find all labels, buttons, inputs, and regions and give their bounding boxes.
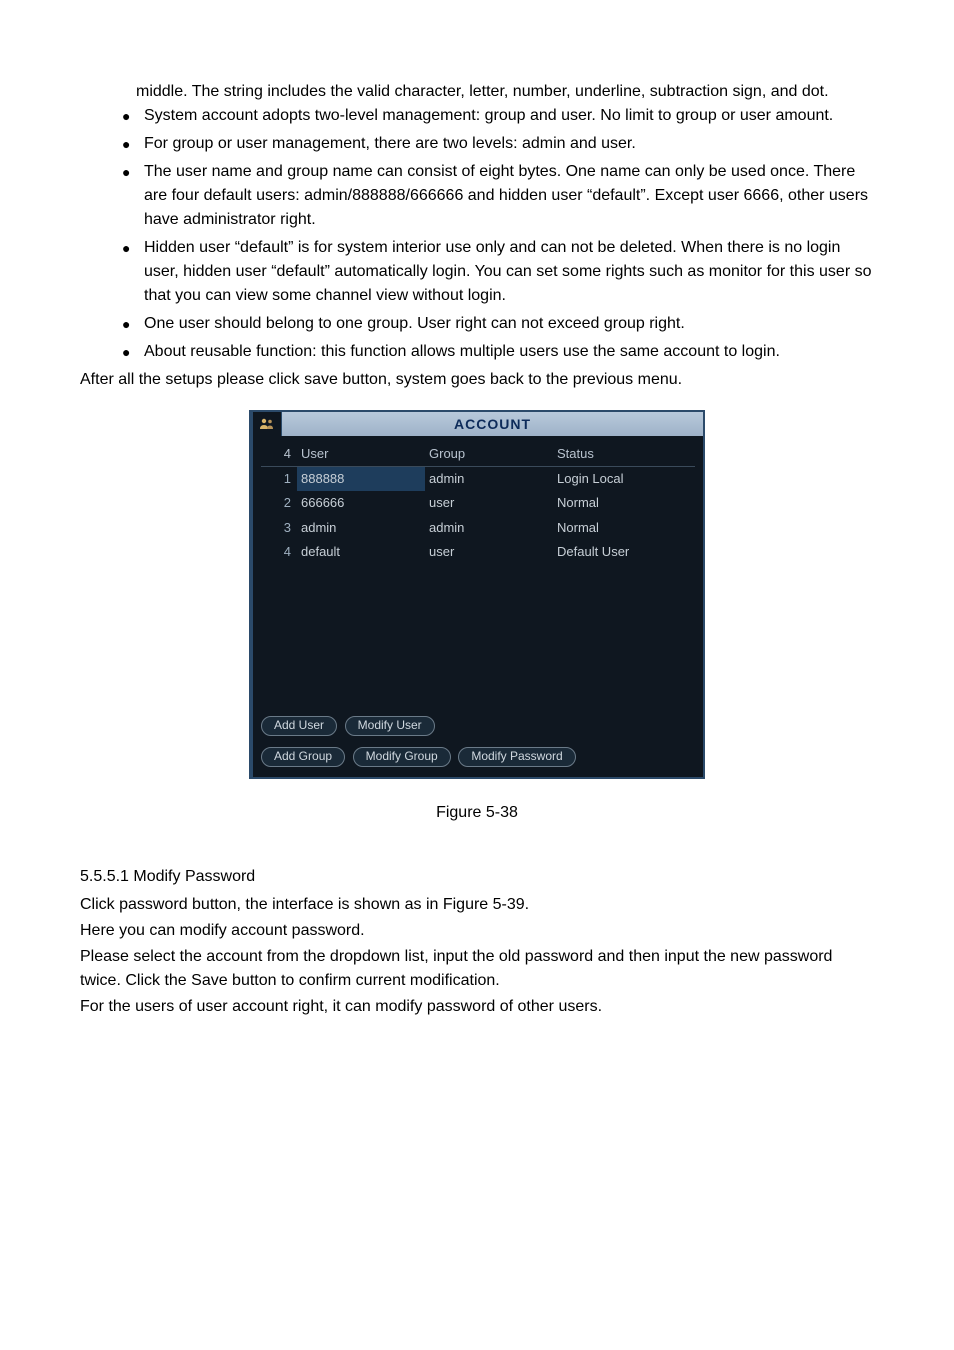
paragraph: Please select the account from the dropd…	[80, 945, 874, 993]
col-user: User	[297, 442, 425, 466]
lead-in-text: middle. The string includes the valid ch…	[136, 80, 874, 104]
account-table: 4 User Group Status 1 888888 admin Login…	[261, 442, 695, 565]
bullet-icon: ●	[122, 340, 144, 364]
list-item: ● One user should belong to one group. U…	[122, 312, 874, 336]
cell: 3	[261, 515, 297, 540]
bullet-icon: ●	[122, 104, 144, 128]
table-spacer	[261, 565, 695, 705]
cell: Normal	[553, 491, 695, 516]
cell: user	[425, 491, 553, 516]
button-row-2: Add Group Modify Group Modify Password	[253, 746, 703, 777]
table-row[interactable]: 1 888888 admin Login Local	[261, 466, 695, 491]
account-icon	[253, 412, 282, 436]
page: middle. The string includes the valid ch…	[0, 0, 954, 1350]
list-item-text: For group or user management, there are …	[144, 132, 874, 156]
list-item: ● System account adopts two-level manage…	[122, 104, 874, 128]
bullet-icon: ●	[122, 312, 144, 336]
cell: Normal	[553, 515, 695, 540]
list-item-text: The user name and group name can consist…	[144, 160, 874, 232]
cell: 888888	[297, 466, 425, 491]
col-group: Group	[425, 442, 553, 466]
paragraph: Here you can modify account password.	[80, 919, 874, 943]
list-item: ● The user name and group name can consi…	[122, 160, 874, 232]
bullet-list: ● System account adopts two-level manage…	[122, 104, 874, 364]
modify-password-button[interactable]: Modify Password	[458, 747, 575, 767]
paragraph: For the users of user account right, it …	[80, 995, 874, 1019]
cell: 4	[261, 540, 297, 565]
add-group-button[interactable]: Add Group	[261, 747, 345, 767]
list-item: ● About reusable function: this function…	[122, 340, 874, 364]
table-row[interactable]: 3 admin admin Normal	[261, 515, 695, 540]
list-item: ● For group or user management, there ar…	[122, 132, 874, 156]
section-heading: 5.5.5.1 Modify Password	[80, 865, 874, 889]
col-count: 4	[261, 442, 297, 466]
button-row-1: Add User Modify User	[253, 709, 703, 746]
cell: Login Local	[553, 466, 695, 491]
cell: 666666	[297, 491, 425, 516]
dialog-header: ACCOUNT	[253, 412, 703, 436]
cell: admin	[297, 515, 425, 540]
cell: admin	[425, 515, 553, 540]
list-item-text: One user should belong to one group. Use…	[144, 312, 874, 336]
account-table-wrap: 4 User Group Status 1 888888 admin Login…	[253, 436, 703, 709]
list-item-text: System account adopts two-level manageme…	[144, 104, 874, 128]
cell: admin	[425, 466, 553, 491]
bullet-icon: ●	[122, 132, 144, 156]
list-item-text: Hidden user “default” is for system inte…	[144, 236, 874, 308]
bullet-icon: ●	[122, 160, 144, 184]
add-user-button[interactable]: Add User	[261, 716, 337, 736]
cell: 2	[261, 491, 297, 516]
cell: Default User	[553, 540, 695, 565]
cell: 1	[261, 466, 297, 491]
list-item-text: About reusable function: this function a…	[144, 340, 874, 364]
figure-wrap: ACCOUNT 4 User Group Status 1	[80, 410, 874, 825]
after-bullets-text: After all the setups please click save b…	[80, 368, 874, 392]
table-row[interactable]: 2 666666 user Normal	[261, 491, 695, 516]
bullet-icon: ●	[122, 236, 144, 260]
dialog-title: ACCOUNT	[282, 412, 703, 436]
figure-caption: Figure 5-38	[80, 801, 874, 825]
modify-group-button[interactable]: Modify Group	[353, 747, 451, 767]
list-item: ● Hidden user “default” is for system in…	[122, 236, 874, 308]
modify-user-button[interactable]: Modify User	[345, 716, 435, 736]
paragraph: Click password button, the interface is …	[80, 893, 874, 917]
table-row[interactable]: 4 default user Default User	[261, 540, 695, 565]
cell: default	[297, 540, 425, 565]
cell: user	[425, 540, 553, 565]
col-status: Status	[553, 442, 695, 466]
account-dialog: ACCOUNT 4 User Group Status 1	[249, 410, 705, 779]
